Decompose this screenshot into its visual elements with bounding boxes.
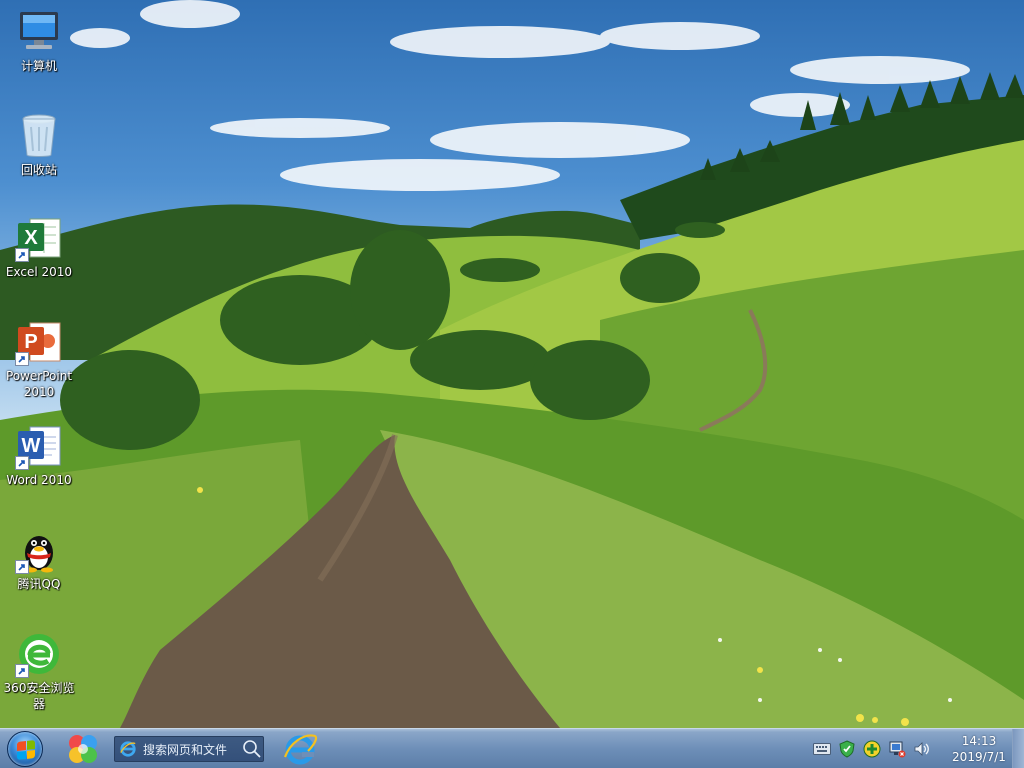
keyboard-icon[interactable]: [812, 739, 832, 759]
windows-start-icon: [7, 731, 43, 767]
desktop-icon-powerpoint[interactable]: P PowerPoint 2010: [2, 318, 76, 400]
recycle-bin-icon: [15, 112, 63, 160]
desktop-icon-label: Word 2010: [6, 473, 72, 487]
pinned-internet-explorer[interactable]: [282, 731, 318, 767]
qq-penguin-icon: [15, 526, 63, 574]
desktop-icon-label: 计算机: [20, 59, 57, 73]
desktop-icon-label: Excel 2010: [5, 265, 73, 279]
desktop-icon-qq[interactable]: 腾讯QQ: [2, 526, 76, 592]
system-tray: 14:13 2019/7/1: [809, 729, 1010, 768]
desktop-icon-recycle-bin[interactable]: 回收站: [2, 112, 76, 178]
browser-360-icon: [15, 630, 63, 678]
svg-text:W: W: [22, 435, 41, 457]
desktop-icon-area: 计算机 回收站 X Excel 2010 P PowerPoint 2010 W…: [0, 0, 80, 728]
security-shield-icon[interactable]: [837, 739, 857, 759]
colorful-app-icon: [69, 735, 97, 763]
search-placeholder: 搜索网页和文件: [143, 742, 228, 757]
taskbar-clock[interactable]: 14:13 2019/7/1: [948, 733, 1010, 765]
desktop-icon-360-browser[interactable]: 360安全浏览器: [2, 630, 76, 712]
desktop-icon-label: 腾讯QQ: [17, 577, 61, 591]
powerpoint-icon: P: [15, 318, 63, 366]
clock-date: 2019/7/1: [952, 750, 1006, 764]
clock-time: 14:13: [961, 734, 997, 748]
shortcut-arrow-icon: [15, 664, 29, 678]
show-desktop-button[interactable]: [1012, 729, 1024, 768]
internet-explorer-icon: [283, 734, 318, 765]
shortcut-arrow-icon: [15, 456, 29, 470]
plus-icon[interactable]: [862, 739, 882, 759]
computer-icon: [15, 8, 63, 56]
svg-text:X: X: [24, 227, 38, 249]
desktop-icon-label: 360安全浏览器: [3, 681, 75, 711]
desktop-icon-word[interactable]: W Word 2010: [2, 422, 76, 488]
pinned-colorful-app[interactable]: [66, 732, 100, 766]
search-icon[interactable]: [241, 738, 263, 760]
svg-text:P: P: [24, 331, 37, 353]
network-icon[interactable]: [887, 739, 907, 759]
desktop-icon-excel[interactable]: X Excel 2010: [2, 214, 76, 280]
desktop-icon-label: 回收站: [20, 163, 57, 177]
desktop-icon-computer[interactable]: 计算机: [2, 8, 76, 74]
desktop-icon-label: PowerPoint 2010: [5, 369, 73, 399]
shortcut-arrow-icon: [15, 560, 29, 574]
shortcut-arrow-icon: [15, 352, 29, 366]
taskbar: 搜索网页和文件 14:13 2019/7/1: [0, 728, 1024, 768]
excel-icon: X: [15, 214, 63, 262]
shortcut-arrow-icon: [15, 248, 29, 262]
volume-icon[interactable]: [912, 739, 932, 759]
taskbar-search-box[interactable]: 搜索网页和文件: [114, 736, 264, 762]
word-icon: W: [15, 422, 63, 470]
desktop-wallpaper[interactable]: [0, 0, 1024, 728]
ie-icon: [120, 741, 136, 757]
start-button[interactable]: [4, 730, 46, 768]
